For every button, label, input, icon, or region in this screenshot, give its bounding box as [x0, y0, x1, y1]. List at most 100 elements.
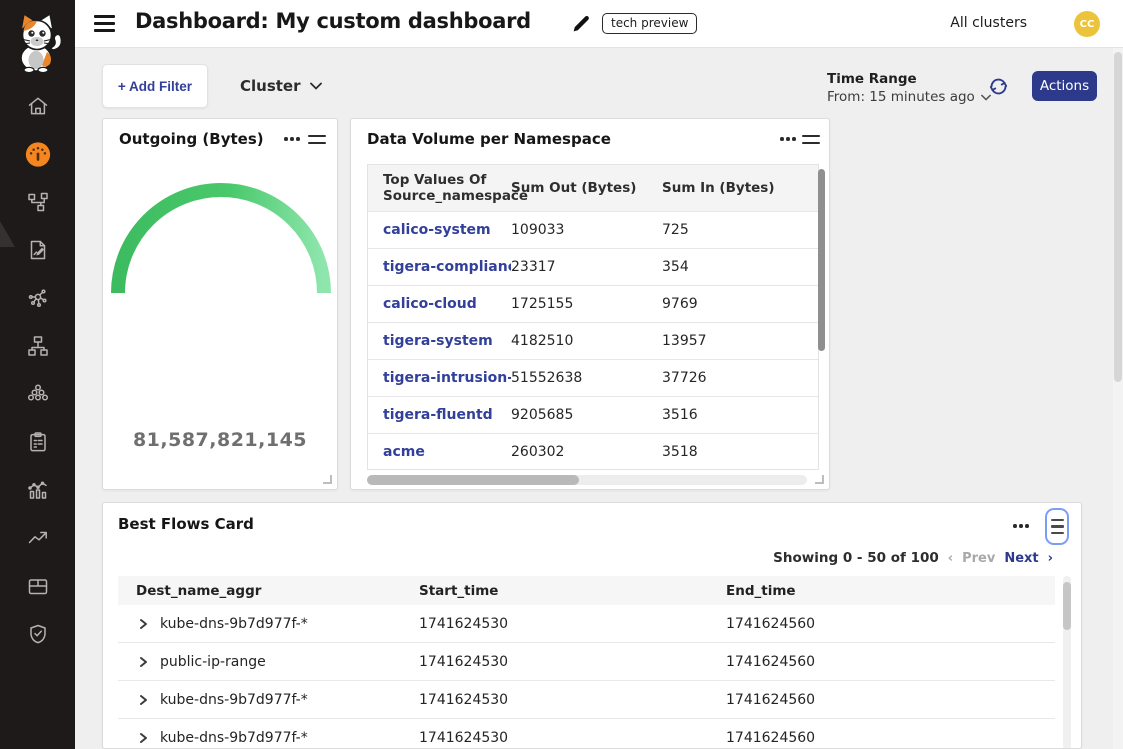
dest-name: public-ip-range: [160, 654, 266, 670]
sum-out-value: 1725155: [511, 296, 662, 312]
gauge-chart: [103, 159, 339, 459]
sidebar-item-clusters[interactable]: [25, 381, 51, 407]
add-filter-button[interactable]: + Add Filter: [102, 64, 208, 108]
column-header[interactable]: Top Values Of Source_namespace: [368, 172, 511, 204]
column-header[interactable]: Sum In (Bytes): [662, 180, 782, 196]
card-menu-icon[interactable]: [284, 137, 300, 141]
sum-out-value: 23317: [511, 259, 662, 275]
time-range-dropdown[interactable]: From: 15 minutes ago: [827, 89, 991, 105]
box-icon: [26, 574, 50, 598]
page-scrollbar-thumb[interactable]: [1114, 52, 1122, 382]
network-topology-icon: [26, 190, 50, 214]
card-menu-icon[interactable]: [1013, 524, 1029, 528]
card-resize-grip[interactable]: [323, 475, 332, 484]
namespace-link[interactable]: tigera-compliance: [368, 259, 511, 275]
card-title: Outgoing (Bytes): [119, 130, 264, 148]
table-row: calico-cloud 1725155 9769: [368, 285, 818, 322]
card-resize-grip[interactable]: [815, 475, 824, 484]
card-title: Best Flows Card: [118, 515, 254, 533]
end-time: 1741624560: [726, 616, 1026, 632]
card-menu-icon[interactable]: [780, 137, 796, 141]
sidebar-item-workloads[interactable]: [25, 573, 51, 599]
expand-chevron-icon[interactable]: [136, 693, 150, 707]
column-header[interactable]: End_time: [726, 583, 1026, 599]
prev-arrow-icon[interactable]: ‹: [948, 552, 953, 565]
sum-in-value: 37726: [662, 370, 782, 386]
cluster-filter-dropdown[interactable]: Cluster: [240, 75, 322, 97]
page-scrollbar-track[interactable]: [1113, 48, 1123, 749]
namespace-link[interactable]: acme: [368, 444, 511, 460]
sidebar-item-network-topology[interactable]: [25, 189, 51, 215]
table-row: calico-system 109033 725: [368, 211, 818, 248]
namespace-link[interactable]: tigera-fluentd: [368, 407, 511, 423]
namespace-link[interactable]: tigera-intrusion-d…: [368, 370, 511, 386]
menu-hamburger-icon[interactable]: [94, 15, 115, 32]
start-time: 1741624530: [419, 654, 726, 670]
expand-chevron-icon[interactable]: [136, 655, 150, 669]
sidebar-item-trends[interactable]: [25, 525, 51, 551]
data-volume-card: Data Volume per Namespace Top Values Of …: [350, 118, 830, 490]
sidebar-item-policies[interactable]: [25, 237, 51, 263]
column-header[interactable]: Dest_name_aggr: [118, 583, 419, 599]
namespace-link[interactable]: tigera-system: [368, 333, 511, 349]
next-arrow-icon[interactable]: ›: [1048, 552, 1053, 565]
refresh-button[interactable]: [988, 76, 1009, 97]
card-title: Data Volume per Namespace: [367, 130, 611, 148]
table-row: tigera-intrusion-d… 51552638 37726: [368, 359, 818, 396]
table-row: kube-dns-9b7d977f-* 1741624530 174162456…: [118, 605, 1055, 643]
table-row: kube-dns-9b7d977f-* 1741624530 174162456…: [118, 681, 1055, 719]
vertical-scrollbar-track[interactable]: [1063, 576, 1071, 749]
sum-in-value: 13957: [662, 333, 782, 349]
sidebar-item-statistics[interactable]: [25, 477, 51, 503]
horizontal-scrollbar-thumb[interactable]: [367, 475, 579, 485]
namespace-link[interactable]: calico-system: [368, 222, 511, 238]
horizontal-scrollbar-track[interactable]: [367, 475, 807, 485]
edit-pencil-icon[interactable]: [570, 13, 592, 35]
sidebar-item-service-graph[interactable]: [25, 285, 51, 311]
expand-chevron-icon[interactable]: [136, 617, 150, 631]
end-time: 1741624560: [726, 730, 1026, 746]
namespace-link[interactable]: calico-cloud: [368, 296, 511, 312]
actions-button[interactable]: Actions: [1032, 71, 1097, 101]
vertical-scrollbar-thumb[interactable]: [1063, 582, 1071, 630]
card-drag-handle-icon[interactable]: [802, 135, 820, 144]
prev-button[interactable]: Prev: [962, 551, 995, 566]
vertical-scrollbar[interactable]: [818, 169, 825, 351]
sidebar-item-endpoints[interactable]: [25, 333, 51, 359]
dashboard-icon: [25, 141, 51, 168]
clusters-icon: [26, 382, 50, 406]
sum-out-value: 9205685: [511, 407, 662, 423]
next-button[interactable]: Next: [1004, 551, 1038, 566]
calico-cat-logo[interactable]: [9, 8, 66, 74]
column-header[interactable]: Sum Out (Bytes): [511, 180, 662, 196]
column-header[interactable]: Start_time: [419, 583, 726, 599]
sidebar-item-compliance[interactable]: [25, 429, 51, 455]
user-avatar[interactable]: CC: [1074, 11, 1100, 37]
sum-in-value: 3518: [662, 444, 782, 460]
card-drag-handle-icon[interactable]: [308, 135, 326, 144]
home-icon: [26, 94, 50, 118]
sidebar-item-security[interactable]: [25, 621, 51, 647]
chevron-down-icon: [310, 82, 322, 90]
start-time: 1741624530: [419, 730, 726, 746]
dest-name: kube-dns-9b7d977f-*: [160, 692, 308, 708]
table-row: kube-dns-9b7d977f-* 1741624530 174162456…: [118, 719, 1055, 749]
outgoing-bytes-card: Outgoing (Bytes) 81,587,821,145: [102, 118, 338, 490]
cluster-selector[interactable]: All clusters: [950, 15, 1027, 31]
table-header-row: Top Values Of Source_namespace Sum Out (…: [368, 165, 818, 211]
expand-chevron-icon[interactable]: [136, 731, 150, 745]
cluster-filter-label: Cluster: [240, 77, 301, 95]
sum-in-value: 9769: [662, 296, 782, 312]
sidebar-item-dashboard[interactable]: [25, 141, 51, 167]
sum-out-value: 51552638: [511, 370, 662, 386]
page-title: Dashboard: My custom dashboard: [135, 9, 531, 33]
card-drag-handle-focused[interactable]: [1045, 508, 1069, 545]
table-row: tigera-compliance 23317 354: [368, 248, 818, 285]
dest-name: kube-dns-9b7d977f-*: [160, 730, 308, 746]
table-row: tigera-fluentd 9205685 3516: [368, 396, 818, 433]
dest-name: kube-dns-9b7d977f-*: [160, 616, 308, 632]
tech-preview-badge: tech preview: [602, 13, 697, 34]
best-flows-card: Best Flows Card Showing 0 - 50 of 100 ‹ …: [102, 502, 1082, 749]
sidebar-item-home[interactable]: [25, 93, 51, 119]
data-volume-table: Top Values Of Source_namespace Sum Out (…: [367, 164, 819, 470]
